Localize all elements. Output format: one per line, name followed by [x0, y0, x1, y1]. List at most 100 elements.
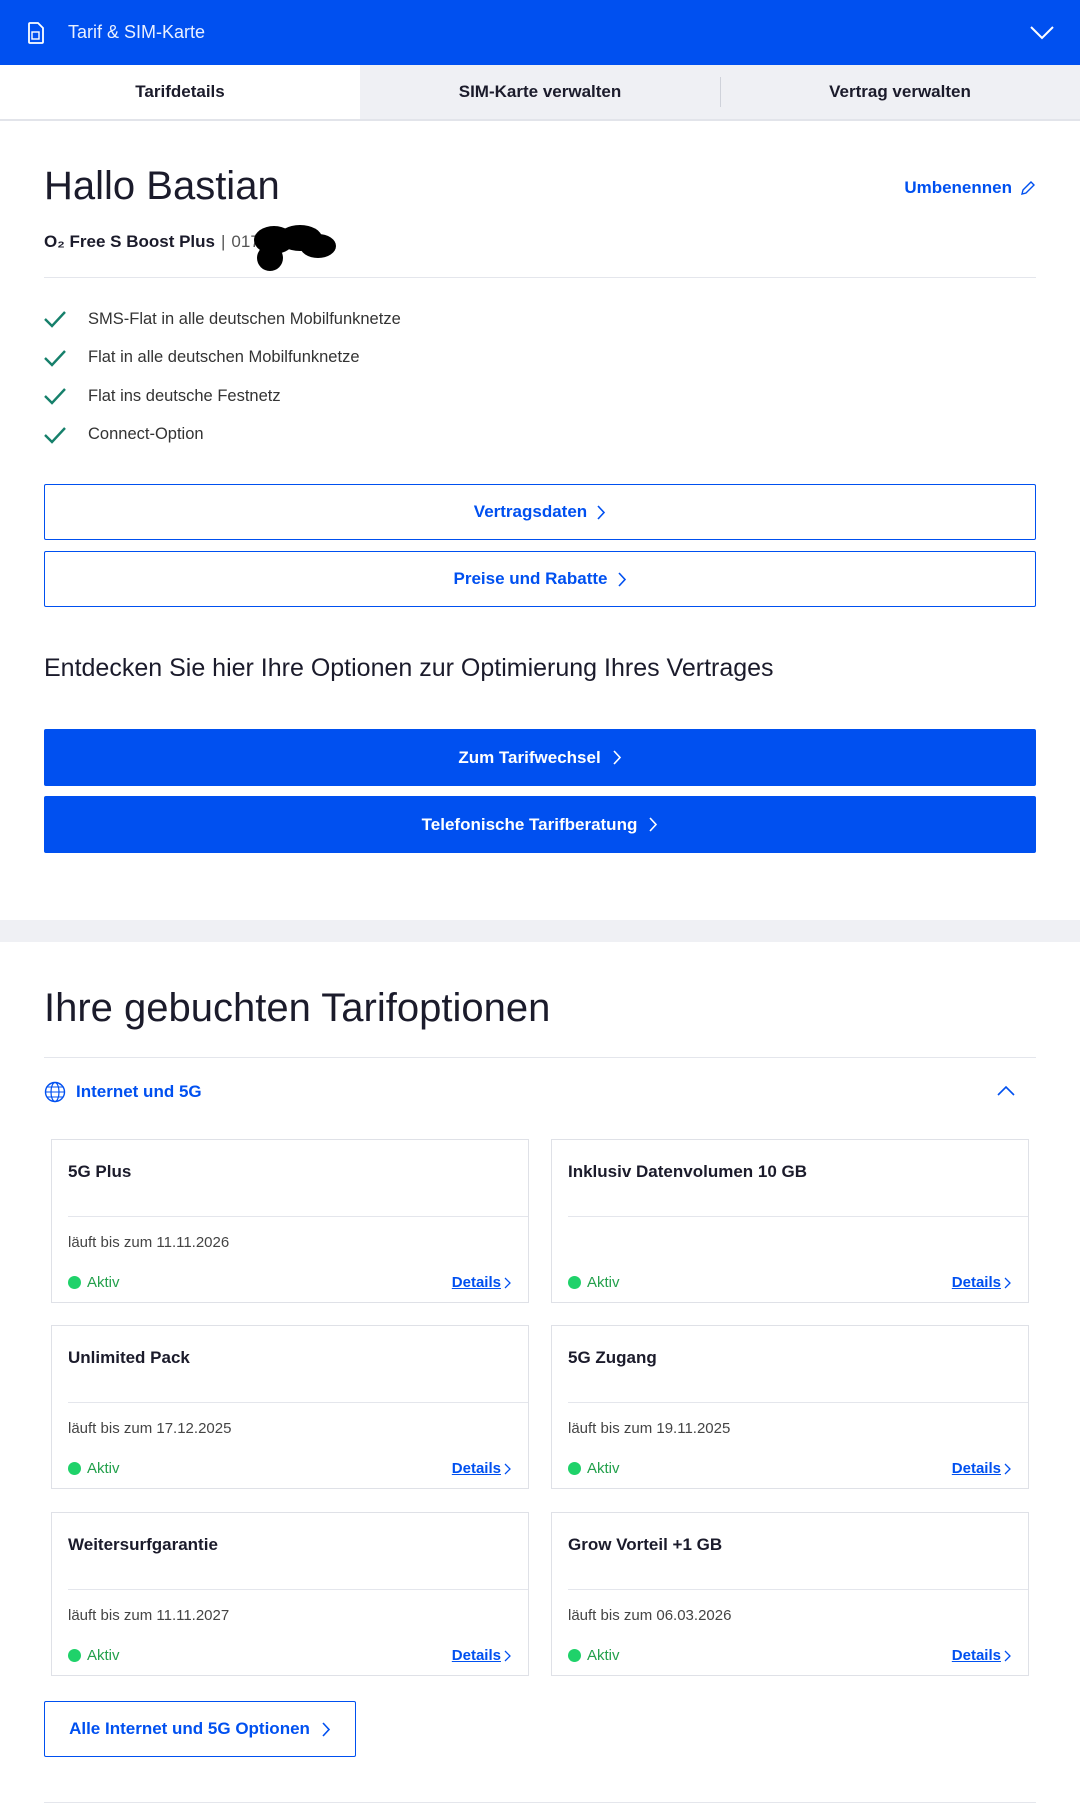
chevron-right-icon	[504, 1277, 511, 1288]
card-divider	[568, 1402, 1028, 1403]
chevron-right-icon	[617, 571, 626, 587]
feature-item: Connect-Option	[44, 416, 401, 455]
chevron-right-icon	[1004, 1463, 1011, 1474]
feature-label: Connect-Option	[88, 425, 204, 444]
card-divider	[68, 1589, 528, 1590]
option-title: 5G Plus	[68, 1162, 132, 1181]
accordion-internet-5g[interactable]: Internet und 5G	[44, 1070, 1036, 1114]
rename-label: Umbenennen	[904, 178, 1012, 197]
redaction-scribble	[254, 225, 336, 271]
tariff-change-label: Zum Tarifwechsel	[458, 747, 601, 767]
all-internet-options-button[interactable]: Alle Internet und 5G Optionen	[44, 1701, 356, 1757]
status-dot	[68, 1276, 81, 1289]
options-section-title: Ihre gebuchten Tarifoptionen	[44, 986, 551, 1030]
details-label: Details	[951, 1274, 1001, 1291]
discover-text: Entdecken Sie hier Ihre Optionen zur Opt…	[44, 654, 774, 682]
chevron-right-icon	[322, 1721, 331, 1737]
all-options-label: Alle Internet und 5G Optionen	[69, 1719, 310, 1738]
card-divider	[568, 1216, 1028, 1217]
status-label: Aktiv	[87, 1460, 120, 1477]
option-title: Unlimited Pack	[68, 1348, 190, 1367]
tab-sim-karte-verwalten[interactable]: SIM-Karte verwalten	[360, 65, 720, 119]
option-valid-until: läuft bis zum 11.11.2026	[68, 1234, 230, 1251]
details-link[interactable]: Details	[952, 1647, 1012, 1664]
tariff-change-button[interactable]: Zum Tarifwechsel	[44, 729, 1036, 786]
status-dot	[568, 1649, 581, 1662]
check-icon	[44, 349, 66, 367]
prices-label: Preise und Rabatte	[453, 569, 608, 588]
feature-item: Flat in alle deutschen Mobilfunknetze	[44, 339, 401, 378]
details-label: Details	[451, 1460, 501, 1477]
option-title: Grow Vorteil +1 GB	[568, 1535, 723, 1554]
accordion-label: Internet und 5G	[76, 1082, 202, 1101]
chevron-right-icon	[1004, 1650, 1011, 1661]
status-dot	[68, 1462, 81, 1475]
details-link[interactable]: Details	[452, 1460, 512, 1477]
option-title: Inklusiv Datenvolumen 10 GB	[568, 1162, 808, 1181]
details-label: Details	[951, 1460, 1001, 1477]
card-divider	[68, 1216, 528, 1217]
divider	[44, 277, 1036, 278]
chevron-down-icon[interactable]	[1026, 16, 1058, 48]
tab-bar: Tarifdetails SIM-Karte verwalten Vertrag…	[0, 65, 1080, 121]
option-card: Unlimited Pack läuft bis zum 17.12.2025 …	[51, 1325, 529, 1489]
top-bar: Tarif & SIM-Karte	[0, 0, 1080, 65]
option-title: Weitersurfgarantie	[68, 1535, 218, 1554]
option-card: Inklusiv Datenvolumen 10 GB Aktiv Detail…	[551, 1139, 1029, 1303]
tab-vertrag-verwalten[interactable]: Vertrag verwalten	[720, 65, 1080, 119]
chevron-up-icon[interactable]	[996, 1083, 1016, 1097]
chevron-right-icon	[613, 750, 621, 765]
details-link[interactable]: Details	[452, 1274, 512, 1291]
status-badge: Aktiv	[68, 1647, 120, 1664]
feature-label: Flat ins deutsche Festnetz	[88, 386, 281, 405]
check-icon	[44, 426, 66, 444]
status-label: Aktiv	[587, 1460, 620, 1477]
section-title: Tarif & SIM-Karte	[68, 22, 206, 42]
status-badge: Aktiv	[568, 1647, 620, 1664]
divider	[44, 1802, 1036, 1803]
details-label: Details	[951, 1647, 1001, 1664]
option-valid-until: läuft bis zum 17.12.2025	[68, 1420, 232, 1437]
card-divider	[68, 1402, 528, 1403]
option-card: 5G Plus läuft bis zum 11.11.2026 Aktiv D…	[51, 1139, 529, 1303]
plan-info: O₂ Free S Boost Plus | 0179	[44, 232, 269, 252]
contract-data-button[interactable]: Vertragsdaten	[44, 484, 1036, 540]
details-link[interactable]: Details	[952, 1274, 1012, 1291]
chevron-right-icon	[649, 817, 658, 832]
chevron-right-icon	[504, 1650, 511, 1661]
status-dot	[68, 1649, 81, 1662]
check-icon	[44, 311, 66, 328]
greeting-title: Hallo Bastian	[44, 164, 280, 208]
status-label: Aktiv	[587, 1647, 620, 1664]
chevron-right-icon	[504, 1463, 511, 1474]
chevron-right-icon	[597, 504, 606, 520]
phone-consult-button[interactable]: Telefonische Tarifberatung	[44, 796, 1036, 853]
status-badge: Aktiv	[568, 1274, 620, 1291]
feature-label: SMS-Flat in alle deutschen Mobilfunknetz…	[88, 309, 401, 328]
prices-button[interactable]: Preise und Rabatte	[44, 551, 1036, 607]
status-badge: Aktiv	[568, 1460, 620, 1477]
details-link[interactable]: Details	[452, 1647, 512, 1664]
rename-button[interactable]: Umbenennen	[904, 178, 1036, 198]
status-dot	[568, 1276, 581, 1289]
tab-tarifdetails[interactable]: Tarifdetails	[0, 65, 360, 119]
status-badge: Aktiv	[68, 1274, 120, 1291]
status-label: Aktiv	[87, 1274, 120, 1291]
option-title: 5G Zugang	[568, 1348, 657, 1367]
divider	[44, 1057, 1036, 1058]
status-label: Aktiv	[587, 1274, 620, 1291]
section-separator	[0, 920, 1080, 942]
details-link[interactable]: Details	[952, 1460, 1012, 1477]
feature-item: SMS-Flat in alle deutschen Mobilfunknetz…	[44, 300, 401, 339]
details-label: Details	[451, 1274, 501, 1291]
details-label: Details	[451, 1647, 501, 1664]
option-valid-until: läuft bis zum 19.11.2025	[568, 1420, 731, 1437]
phone-consult-label: Telefonische Tarifberatung	[421, 814, 638, 834]
status-dot	[568, 1462, 581, 1475]
card-divider	[568, 1589, 1028, 1590]
status-badge: Aktiv	[68, 1460, 120, 1477]
option-valid-until: läuft bis zum 11.11.2027	[68, 1607, 230, 1624]
contract-data-label: Vertragsdaten	[473, 502, 588, 521]
feature-item: Flat ins deutsche Festnetz	[44, 377, 401, 416]
chevron-right-icon	[1004, 1277, 1011, 1288]
